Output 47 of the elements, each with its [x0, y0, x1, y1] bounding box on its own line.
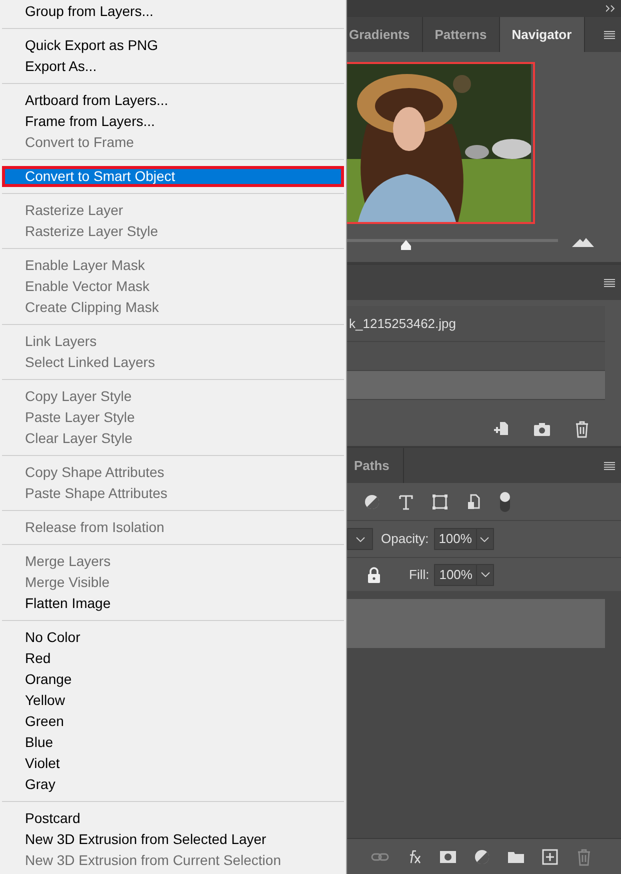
menu-item[interactable]: Blue	[2, 732, 344, 753]
blend-mode-dropdown[interactable]	[347, 528, 373, 550]
chevron-icon	[480, 572, 490, 577]
zoom-in-icon[interactable]	[572, 237, 594, 247]
panel-tab[interactable]: Gradients	[347, 17, 423, 52]
collapse-icon[interactable]	[606, 5, 615, 12]
panel-tab[interactable]: Paths	[347, 448, 404, 483]
menu-item[interactable]: Green	[2, 711, 344, 732]
adjustment-icon[interactable]	[473, 848, 491, 866]
menu-item[interactable]: Quick Export as PNG	[2, 35, 344, 56]
fill-label: Fill:	[409, 566, 430, 584]
panel-menu-icon[interactable]	[604, 30, 615, 38]
filter-toggle-icon[interactable]	[499, 490, 511, 512]
menu-item[interactable]: Violet	[2, 753, 344, 774]
smart-object-filter-icon[interactable]	[465, 492, 483, 510]
zoom-slider[interactable]	[347, 237, 558, 251]
menu-item[interactable]: Yellow	[2, 690, 344, 711]
menu-item[interactable]: Flatten Image	[2, 593, 344, 614]
new-layer-icon[interactable]	[541, 848, 559, 866]
type-filter-icon[interactable]	[397, 492, 415, 510]
menu-item[interactable]: Export As...	[2, 56, 344, 77]
menu-item[interactable]: Gray	[2, 774, 344, 795]
panel-menu-icon[interactable]	[604, 462, 615, 470]
lock-icon[interactable]	[367, 566, 381, 582]
menu-item[interactable]: Artboard from Layers...	[2, 90, 344, 111]
menu-item[interactable]: Orange	[2, 669, 344, 690]
history-row[interactable]: k_1215253462.jpg	[347, 306, 605, 342]
adjustment-filter-icon[interactable]	[363, 492, 381, 510]
menu-item[interactable]: Convert to Smart Object	[2, 166, 344, 187]
shape-filter-icon[interactable]	[431, 492, 449, 510]
panel-tab[interactable]: Navigator	[500, 17, 585, 52]
opacity-label: Opacity:	[381, 530, 429, 548]
menu-item[interactable]: Red	[2, 648, 344, 669]
menu-item[interactable]: Group from Layers...	[2, 1, 344, 22]
new-document-icon[interactable]	[493, 420, 511, 438]
fill-field[interactable]: 100%	[434, 564, 494, 586]
menu-item[interactable]: Postcard	[2, 808, 344, 829]
menu-item[interactable]: New 3D Extrusion from Selected Layer	[2, 829, 344, 850]
chevron-icon	[356, 536, 364, 542]
menu-item[interactable]: No Color	[2, 627, 344, 648]
chevron-icon	[480, 536, 490, 542]
history-state-label: k_1215253462.jpg	[348, 314, 456, 333]
opacity-field[interactable]: 100%	[434, 528, 494, 550]
panel-menu-icon[interactable]	[604, 278, 615, 286]
menu-item[interactable]: Frame from Layers...	[2, 111, 344, 132]
trash-icon[interactable]	[573, 420, 591, 438]
slider-thumb[interactable]	[400, 239, 412, 251]
